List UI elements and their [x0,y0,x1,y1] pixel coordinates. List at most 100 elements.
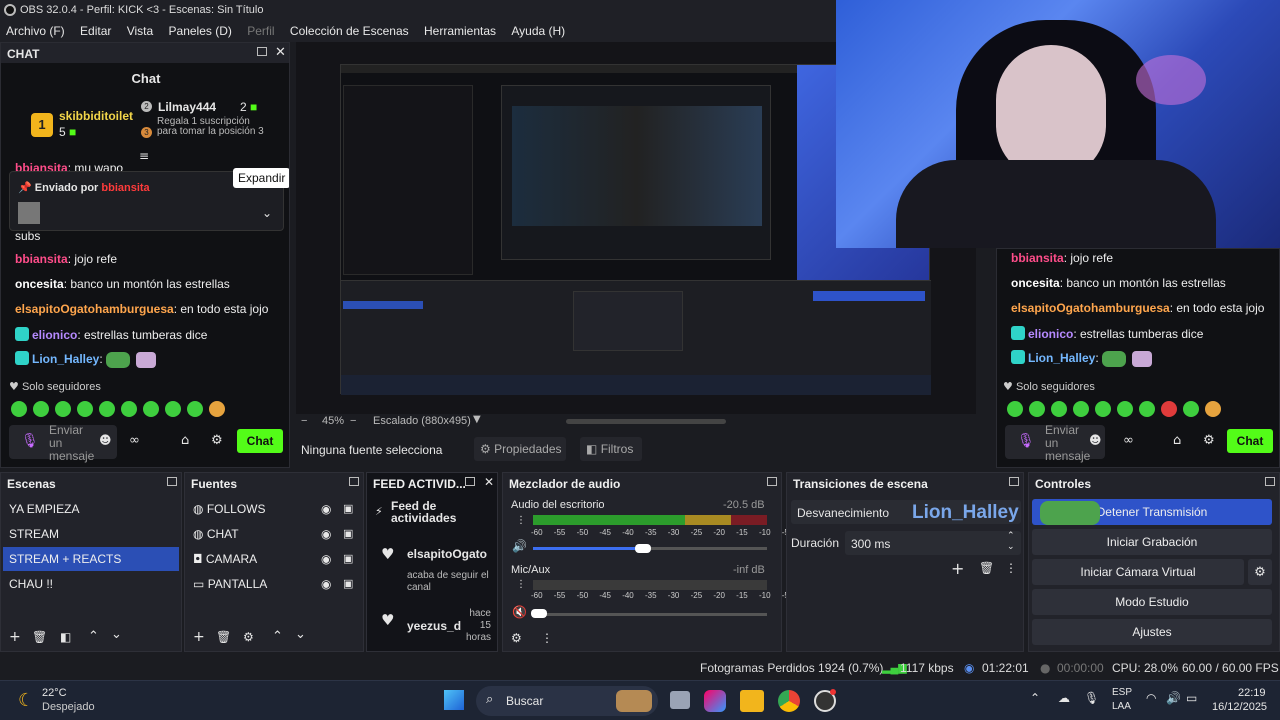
menu-herramientas[interactable]: Herramientas [424,24,496,38]
menu-editar[interactable]: Editar [80,24,111,38]
chevron-down-icon[interactable]: ⌄ [295,627,306,642]
clock-date[interactable]: 16/12/2025 [1212,701,1267,713]
properties-button[interactable]: ⚙ Propiedades [474,437,566,461]
gear-icon[interactable]: ⚙ [211,433,223,448]
volume-slider-handle[interactable] [635,544,651,553]
chat-input[interactable]: 🎙 Enviar un mensaje ☻ [1005,424,1105,463]
microphone-icon[interactable]: 🎙 [21,433,39,449]
volume-slider-handle[interactable] [531,609,547,618]
speaker-icon[interactable]: 🔊 [512,539,527,553]
gear-icon[interactable]: ⚙ [1203,433,1215,448]
file-explorer-icon[interactable] [740,690,764,712]
scene-item[interactable]: YA EMPIEZA [3,497,179,521]
task-view-icon[interactable] [670,691,690,709]
close-icon[interactable]: ✕ [484,475,494,489]
close-icon[interactable]: ✕ [275,45,286,60]
weather-temp[interactable]: 22°C [42,687,67,699]
float-icon[interactable] [1009,477,1019,486]
kebab-menu-icon[interactable]: ⋮ [516,515,526,526]
chevron-up-icon[interactable]: ⌃ [1007,531,1015,541]
send-chat-button[interactable]: Chat [237,429,283,453]
menu-ayuda[interactable]: Ayuda (H) [511,24,565,38]
float-icon[interactable] [1265,477,1275,486]
volume-slider-track[interactable] [641,547,767,550]
gear-icon[interactable]: ⚙ [243,630,254,644]
eye-icon[interactable]: ◉ [321,502,331,516]
volume-icon[interactable]: 🔊 [1166,691,1181,705]
volume-slider-track[interactable] [533,613,767,616]
send-chat-button[interactable]: Chat [1227,429,1273,453]
battery-icon[interactable]: ▭ [1186,691,1197,705]
emoji-icon[interactable]: ☻ [1089,433,1102,447]
kebab-menu-icon[interactable]: ⋮ [1005,561,1017,575]
float-icon[interactable] [349,477,359,486]
menu-archivo[interactable]: Archivo (F) [6,24,65,38]
lang-primary[interactable]: ESP [1112,687,1132,698]
chevron-up-icon[interactable]: ⌃ [88,629,99,644]
source-item[interactable]: ▭ PANTALLA [187,572,361,596]
filter-icon[interactable]: ◧ [60,630,71,644]
kebab-menu-icon[interactable]: ⋮ [541,631,553,645]
gear-icon[interactable]: ⚙ [511,631,522,645]
chevron-up-icon[interactable]: ⌃ [1030,691,1040,705]
microphone-icon[interactable]: 🎙 [1084,691,1099,705]
clock-time[interactable]: 22:19 [1238,687,1266,699]
store-icon[interactable]: ⌂ [181,433,189,448]
start-virtual-camera-button[interactable]: Iniciar Cámara Virtual [1032,559,1244,585]
store-icon[interactable]: ⌂ [1173,433,1181,448]
virtual-camera-gear-icon[interactable]: ⚙ [1248,559,1272,585]
lock-icon[interactable]: ▣ [343,527,353,540]
trash-icon[interactable]: 🗑 [979,561,994,575]
trash-icon[interactable]: 🗑 [32,630,47,644]
eye-icon[interactable]: ◉ [321,527,331,541]
menu-paneles[interactable]: Paneles (D) [169,24,232,38]
chrome-icon[interactable] [778,690,800,712]
windows-start-icon[interactable] [444,690,464,710]
kebab-menu-icon[interactable]: ⋮ [516,579,526,590]
lang-secondary[interactable]: LAA [1112,701,1131,712]
chevron-down-icon[interactable]: ⌄ [262,206,272,220]
chevron-up-icon[interactable]: ⌃ [272,629,283,644]
preview-scrollbar[interactable] [566,419,726,424]
start-recording-button[interactable]: Iniciar Grabación [1032,529,1272,555]
lock-icon[interactable]: ▣ [343,552,353,565]
source-item[interactable]: ◍ CHAT [187,522,361,546]
source-item[interactable]: ◘ CAMARA [187,547,361,571]
weather-text[interactable]: Despejado [42,701,95,713]
chat-input[interactable]: 🎙 Enviar un mensaje ☻ [9,424,117,463]
microphone-icon[interactable]: 🎙 [1017,433,1035,449]
wifi-icon[interactable]: ◠ [1146,691,1156,705]
weather-icon[interactable]: ☾ [18,690,34,711]
add-icon[interactable]: + [193,629,205,645]
lock-icon[interactable]: ▣ [343,502,353,515]
menu-coleccion[interactable]: Colección de Escenas [290,24,409,38]
emoji-icon[interactable]: ☻ [99,433,112,447]
cloud-icon[interactable]: ☁ [1058,691,1070,705]
copilot-icon[interactable] [704,690,726,712]
add-icon[interactable]: + [9,629,21,645]
float-icon[interactable] [767,477,777,486]
float-icon[interactable] [257,47,267,56]
zoom-out-icon[interactable]: − [301,415,307,427]
lock-icon[interactable]: ▣ [343,577,353,590]
scaling-dropdown-icon[interactable]: ▼ [473,414,481,425]
loop-icon[interactable]: ∞ [129,433,140,448]
scene-item-selected[interactable]: STREAM + REACTS [3,547,179,571]
eye-icon[interactable]: ◉ [321,577,331,591]
menu-perfil[interactable]: Perfil [247,24,274,38]
add-icon[interactable]: + [951,559,964,578]
trash-icon[interactable]: 🗑 [216,630,231,644]
filters-button[interactable]: ◧ Filtros [580,437,642,461]
scene-item[interactable]: STREAM [3,522,179,546]
scene-item[interactable]: CHAU !! [3,572,179,596]
zoom-in-icon[interactable]: − [350,415,356,427]
settings-button[interactable]: Ajustes [1032,619,1272,645]
eye-icon[interactable]: ◉ [321,552,331,566]
studio-mode-button[interactable]: Modo Estudio [1032,589,1272,615]
duration-input[interactable]: 300 ms ⌃ ⌄ [845,531,1021,555]
loop-icon[interactable]: ∞ [1123,433,1134,448]
taskbar-search[interactable]: ⌕ Buscar [476,686,658,716]
float-icon[interactable] [465,477,475,486]
chevron-down-icon[interactable]: ⌄ [1007,542,1015,552]
source-item[interactable]: ◍ FOLLOWS [187,497,361,521]
